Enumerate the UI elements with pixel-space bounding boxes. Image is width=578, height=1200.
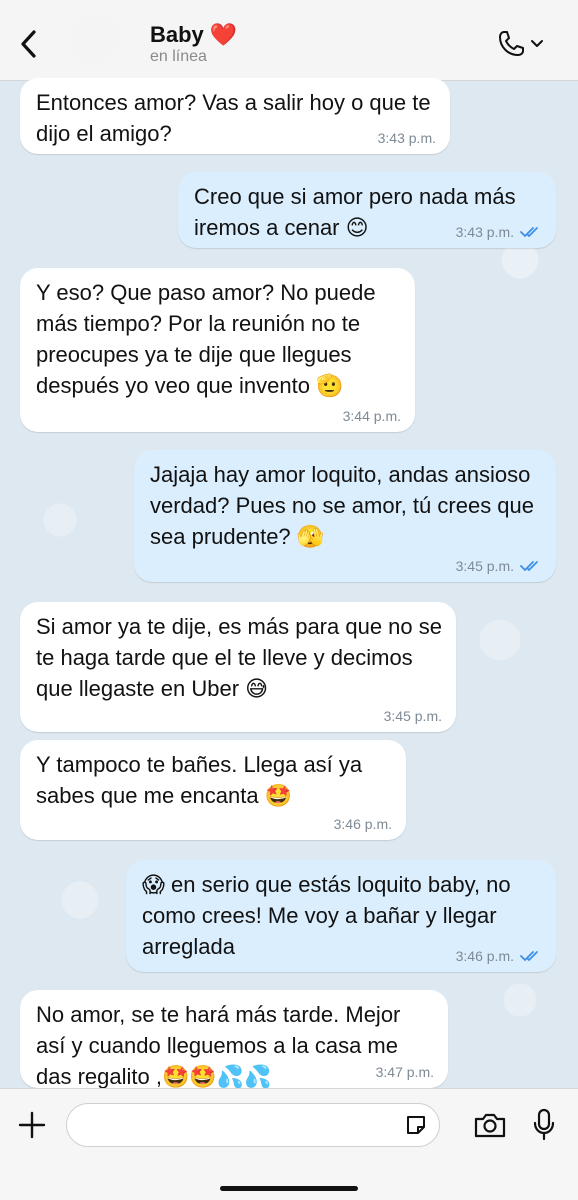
message-bubble-incoming[interactable]: Y tampoco te bañes. Llega así ya sabes q…	[20, 740, 406, 840]
microphone-button[interactable]	[528, 1105, 560, 1145]
sticker-icon	[407, 1116, 425, 1134]
message-bubble-incoming[interactable]: Y eso? Que paso amor? No puede más tiemp…	[20, 268, 415, 432]
message-meta: 3:43 p.m.	[378, 130, 436, 146]
message-time: 3:46 p.m.	[333, 816, 392, 832]
message-bubble-incoming[interactable]: Si amor ya te dije, es más para que no s…	[20, 602, 456, 732]
message-text: No amor, se te hará más tarde. Mejor así…	[36, 1002, 401, 1089]
contact-status: en línea	[150, 48, 207, 65]
camera-icon	[474, 1113, 506, 1138]
back-chevron-icon	[21, 30, 36, 58]
message-text: Si amor ya te dije, es más para que no s…	[36, 614, 442, 701]
message-text: Y tampoco te bañes. Llega así ya sabes q…	[36, 752, 363, 808]
back-button[interactable]	[8, 22, 48, 66]
message-bubble-outgoing[interactable]: 😱 en serio que estás loquito baby, no co…	[126, 860, 556, 972]
chat-header: Baby ❤️ en línea	[0, 0, 578, 81]
message-text: Y eso? Que paso amor? No puede más tiemp…	[36, 280, 376, 398]
message-time: 3:44 p.m.	[342, 408, 401, 424]
contact-name[interactable]: Baby ❤️	[150, 22, 237, 48]
attach-button[interactable]	[12, 1105, 52, 1145]
message-input[interactable]	[66, 1103, 440, 1147]
double-check-icon	[520, 561, 538, 571]
message-bubble-outgoing[interactable]: Jajaja hay amor loquito, andas ansioso v…	[134, 450, 556, 582]
message-meta: 3:47 p.m.	[376, 1064, 434, 1080]
message-meta: 3:45 p.m.	[456, 558, 542, 574]
message-meta: 3:43 p.m.	[456, 224, 542, 240]
message-bubble-incoming[interactable]: No amor, se te hará más tarde. Mejor así…	[20, 990, 448, 1089]
avatar[interactable]	[72, 18, 116, 62]
chevron-down-icon	[531, 40, 543, 47]
plus-icon	[18, 1111, 46, 1139]
message-meta: 3:44 p.m.	[343, 408, 401, 424]
message-bubble-outgoing[interactable]: Creo que si amor pero nada más iremos a …	[178, 172, 556, 248]
phone-icon	[499, 31, 524, 56]
double-check-icon	[520, 227, 538, 237]
message-text: Jajaja hay amor loquito, andas ansioso v…	[150, 462, 535, 549]
message-time: 3:43 p.m.	[455, 224, 514, 240]
message-meta: 3:46 p.m.	[334, 816, 392, 832]
sticker-button[interactable]	[400, 1109, 432, 1141]
message-meta: 3:46 p.m.	[456, 948, 542, 964]
message-time: 3:43 p.m.	[377, 130, 436, 146]
message-time: 3:45 p.m.	[455, 558, 514, 574]
call-button[interactable]	[496, 26, 552, 62]
message-time: 3:47 p.m.	[375, 1064, 434, 1080]
message-time: 3:46 p.m.	[455, 948, 514, 964]
microphone-icon	[533, 1108, 555, 1141]
camera-button[interactable]	[470, 1107, 510, 1143]
home-indicator	[220, 1186, 358, 1191]
message-time: 3:45 p.m.	[383, 708, 442, 724]
message-text: Entonces amor? Vas a salir hoy o que te …	[36, 90, 431, 146]
message-meta: 3:45 p.m.	[384, 708, 442, 724]
message-bubble-incoming[interactable]: Entonces amor? Vas a salir hoy o que te …	[20, 78, 450, 154]
composer-bar	[0, 1088, 578, 1200]
double-check-icon	[520, 951, 538, 961]
